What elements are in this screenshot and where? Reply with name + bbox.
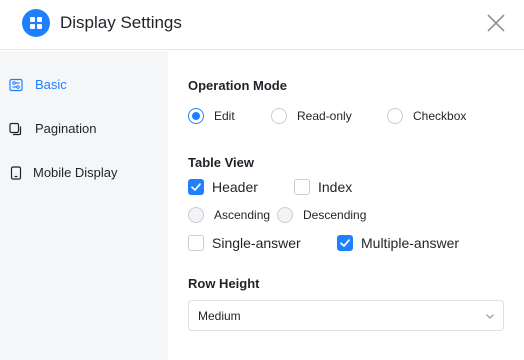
operation-mode-title: Operation Mode (188, 78, 287, 93)
checkbox[interactable] (188, 235, 204, 251)
checkmark-icon (340, 239, 350, 247)
pagination-icon (9, 122, 22, 136)
option-label: Multiple-answer (361, 235, 460, 251)
descending-radio[interactable]: Descending (277, 205, 387, 225)
dialog-title: Display Settings (60, 13, 182, 32)
multiple-answer-checkbox[interactable]: Multiple-answer (337, 233, 477, 253)
radio-button[interactable] (387, 108, 403, 124)
option-label: Descending (303, 208, 367, 222)
mobile-icon (10, 166, 22, 180)
radio-button[interactable] (271, 108, 287, 124)
ascending-radio[interactable]: Ascending (188, 205, 278, 225)
single-answer-checkbox[interactable]: Single-answer (188, 233, 318, 253)
edit-radio[interactable]: Edit (188, 106, 248, 126)
radio-button[interactable] (277, 207, 293, 223)
option-label: Index (318, 179, 353, 195)
checkmark-icon (191, 183, 201, 191)
close-button[interactable] (484, 11, 508, 35)
checkbox[interactable] (294, 179, 310, 195)
table-view-title: Table View (188, 155, 254, 170)
basic-settings-icon (9, 78, 23, 92)
sidebar-item-label: Mobile Display (33, 165, 118, 180)
option-label: Read-only (297, 109, 352, 123)
sidebar: Basic Pagination Mobile Display (0, 51, 168, 360)
option-label: Ascending (214, 208, 271, 222)
sidebar-item-mobile-display[interactable]: Mobile Display (0, 153, 168, 193)
chevron-down-icon (486, 314, 494, 319)
checkbox[interactable] (337, 235, 353, 251)
option-label: Checkbox (413, 109, 467, 123)
grid-app-icon (22, 9, 50, 37)
option-label: Edit (214, 109, 235, 123)
row-height-select[interactable]: Medium (188, 300, 504, 331)
sidebar-item-pagination[interactable]: Pagination (0, 109, 168, 149)
checkbox-radio[interactable]: Checkbox (387, 106, 477, 126)
radio-button[interactable] (188, 108, 204, 124)
checkbox[interactable] (188, 179, 204, 195)
index-checkbox[interactable]: Index (294, 177, 374, 197)
row-height-title: Row Height (188, 276, 260, 291)
sidebar-item-label: Basic (35, 77, 67, 92)
close-icon (487, 14, 505, 32)
settings-panel: Operation Mode Edit Read-only Checkbox T… (168, 51, 524, 360)
header-checkbox[interactable]: Header (188, 177, 278, 197)
option-label: Header (212, 179, 258, 195)
option-label: Single-answer (212, 235, 301, 251)
read-only-radio[interactable]: Read-only (271, 106, 361, 126)
dialog-header: Display Settings (0, 0, 524, 50)
select-value: Medium (198, 309, 241, 323)
radio-button[interactable] (188, 207, 204, 223)
sidebar-item-label: Pagination (35, 121, 97, 136)
sidebar-item-basic[interactable]: Basic (0, 65, 168, 105)
